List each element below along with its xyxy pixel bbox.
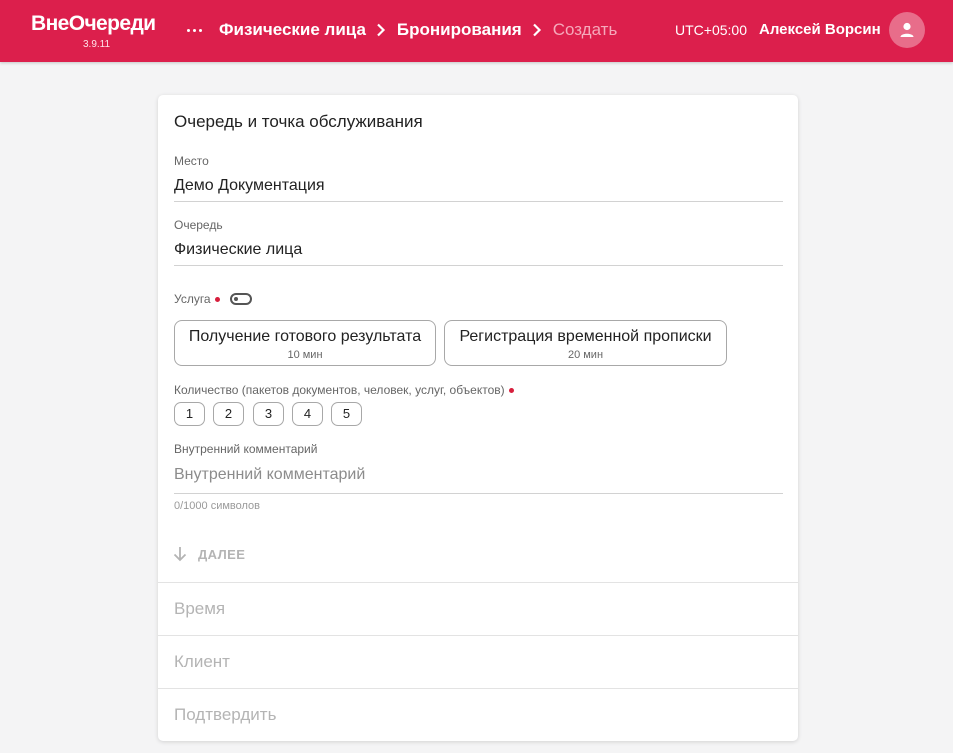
chevron-right-icon xyxy=(532,23,541,37)
arrow-down-icon xyxy=(173,547,187,562)
step-time[interactable]: Время xyxy=(158,582,798,635)
place-value[interactable]: Демо Документация xyxy=(174,176,325,196)
app-version: 3.9.11 xyxy=(83,39,111,50)
breadcrumb-individuals[interactable]: Физические лица xyxy=(219,20,366,40)
comment-input[interactable] xyxy=(174,464,783,486)
top-app-bar: ВнеОчереди 3.9.11 Физические лица Бронир… xyxy=(0,0,953,62)
service-label-row: Услуга xyxy=(174,292,220,306)
comment-char-counter: 0/1000 символов xyxy=(174,500,261,512)
section-title: Очередь и точка обслуживания xyxy=(174,112,423,131)
service-option-name: Регистрация временной прописки xyxy=(459,328,712,345)
breadcrumb-create: Создать xyxy=(552,20,618,39)
more-menu-icon[interactable] xyxy=(183,17,205,43)
service-option-duration: 10 мин xyxy=(287,349,323,361)
quantity-option-5[interactable]: 5 xyxy=(331,402,362,426)
booking-form-card: Очередь и точка обслуживания Место Демо … xyxy=(158,95,798,741)
step-label: Клиент xyxy=(174,652,230,671)
quantity-option-1[interactable]: 1 xyxy=(174,402,205,426)
step-label: Время xyxy=(174,599,226,618)
next-button-label: ДАЛЕЕ xyxy=(198,546,246,562)
app-logo[interactable]: ВнеОчереди xyxy=(31,11,156,37)
step-client[interactable]: Клиент xyxy=(158,635,798,688)
quantity-label-row: Количество (пакетов документов, человек,… xyxy=(174,383,514,397)
place-label: Место xyxy=(174,154,209,168)
service-option-registration[interactable]: Регистрация временной прописки 20 мин xyxy=(444,320,727,366)
required-dot xyxy=(214,297,220,303)
service-option-result[interactable]: Получение готового результата 10 мин xyxy=(174,320,436,366)
queue-value[interactable]: Физические лица xyxy=(174,240,302,260)
breadcrumb-bookings[interactable]: Бронирования xyxy=(397,20,522,40)
service-toggle[interactable] xyxy=(230,293,252,305)
step-confirm[interactable]: Подтвердить xyxy=(158,688,798,741)
service-label: Услуга xyxy=(174,292,211,306)
required-dot xyxy=(508,388,514,394)
quantity-label: Количество (пакетов документов, человек,… xyxy=(174,383,505,397)
person-icon xyxy=(900,22,914,37)
avatar[interactable] xyxy=(889,12,925,48)
next-button[interactable]: ДАЛЕЕ xyxy=(172,544,245,564)
breadcrumb: Физические лица Бронирования Создать xyxy=(219,20,617,40)
quantity-option-4[interactable]: 4 xyxy=(292,402,323,426)
quantity-option-3[interactable]: 3 xyxy=(253,402,284,426)
user-name[interactable]: Алексей Ворсин xyxy=(759,21,881,39)
queue-label: Очередь xyxy=(174,218,223,232)
quantity-option-2[interactable]: 2 xyxy=(213,402,244,426)
chevron-right-icon xyxy=(377,23,385,37)
comment-underline xyxy=(174,493,783,494)
comment-label: Внутренний комментарий xyxy=(174,442,318,456)
step-label: Подтвердить xyxy=(174,705,277,724)
service-option-duration: 20 мин xyxy=(567,349,604,361)
place-underline xyxy=(174,201,783,202)
queue-underline xyxy=(174,265,783,266)
timezone-label[interactable]: UTC+05:00 xyxy=(675,22,747,39)
service-option-name: Получение готового результата xyxy=(188,328,422,345)
